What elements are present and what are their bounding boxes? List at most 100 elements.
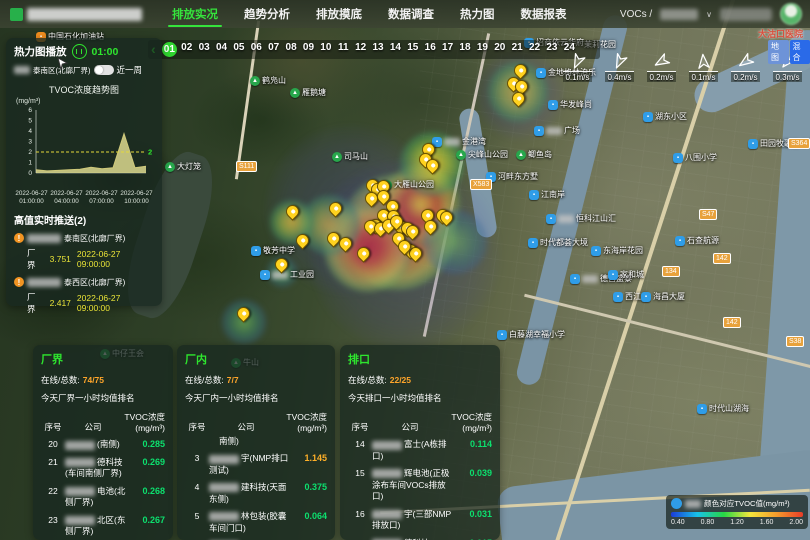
map-poi-label[interactable]: ▲大灯笼 <box>165 161 201 172</box>
table-header: 序号 公司 TVOC浓度(mg/m³) <box>41 412 165 433</box>
pause-button[interactable] <box>72 44 87 59</box>
table-row[interactable]: 4建科技(天面东侧)0.375 <box>185 482 327 505</box>
map-poi-label[interactable]: ▪时代山湖海 <box>697 403 749 414</box>
timeline-hour[interactable]: 02 <box>178 42 195 57</box>
timeline-hour[interactable]: 18 <box>456 42 473 57</box>
panel-title: 厂界 <box>41 351 165 367</box>
push-time: 2022-06-27 09:00:00 <box>77 293 154 313</box>
timeline-hour[interactable]: 15 <box>404 42 421 57</box>
nav-tab[interactable]: 数据报表 <box>521 0 567 28</box>
poi-icon: ▪ <box>613 292 623 302</box>
rank-number: 15 <box>348 468 372 478</box>
ranking-subtitle: 今天排口一小时均值排名 <box>348 392 492 404</box>
table-row[interactable]: 15辉电池(正极涂布车间VOCs排放口)0.039 <box>348 468 492 502</box>
rank-number: 22 <box>41 486 65 496</box>
table-row[interactable]: 22电池(北侧厂界)0.268 <box>41 486 165 509</box>
company-name: 建科技(天面东侧) <box>209 482 289 505</box>
table-row[interactable]: 20(南侧)0.285 <box>41 439 165 450</box>
map-poi-label[interactable]: ▲鹤凫山 <box>250 75 286 86</box>
company-name: (南侧) <box>65 439 127 450</box>
table-row[interactable]: 23北区(东侧厂界)0.267 <box>41 515 165 538</box>
map-poi-label[interactable]: ▪华发峰尚 <box>548 99 592 110</box>
map-poi-label[interactable]: ▪河畔东方墅 <box>486 171 538 182</box>
map-poi-label[interactable]: ▲雁鹅塘 <box>290 87 326 98</box>
map-poi-label[interactable]: ▪时代都荟大境 <box>528 237 588 248</box>
company-name: 北区(东侧厂界) <box>65 515 127 538</box>
nav-tab[interactable]: 热力图 <box>460 0 495 28</box>
timeline-hour[interactable]: 08 <box>282 42 299 57</box>
map-poi-label[interactable]: ▲尖峰山公园 <box>456 149 508 160</box>
timeline-hour[interactable]: 20 <box>491 42 508 57</box>
table-row[interactable]: 5林包装(胶囊车间门口)0.064 <box>185 511 327 534</box>
timeline-hour[interactable]: 05 <box>230 42 247 57</box>
map-poi-label[interactable]: ▪石查航源 <box>675 235 719 246</box>
panel-title: 排口 <box>348 351 492 367</box>
timeline-hour[interactable]: 01 <box>162 42 177 57</box>
high-value-push-item[interactable]: !泰南区(北廓厂界)厂界3.7512022-06-27 09:00:00 <box>14 233 154 271</box>
table-row[interactable]: 16宇(三部NMP排放口)0.031 <box>348 509 492 532</box>
push-value: 2.417 <box>50 298 71 308</box>
map-poi-label[interactable]: ▲鲫鱼岛 <box>516 149 552 160</box>
tvoc-trend-chart: 01234562 <box>14 105 154 187</box>
map-poi-label[interactable]: ▪恒科江山汇 <box>546 213 616 224</box>
dashboard-stage: ▪中国石化加油站茉莉花园▪招商依云华府▪金地格林泊乐▪华发峰尚▪广场▲鲫鱼岛▲鹤… <box>0 0 810 540</box>
company-name: 德科技(车间南侧厂界) <box>65 457 127 480</box>
poi-icon: ▪ <box>251 246 261 256</box>
timeline-hour[interactable]: 17 <box>439 42 456 57</box>
poi-icon: ▲ <box>250 76 260 86</box>
timeline-hour[interactable]: 13 <box>369 42 386 57</box>
map-poi-label[interactable]: ▪江南岸 <box>529 189 565 200</box>
timeline-hour[interactable]: 21 <box>508 42 525 57</box>
poi-name: 恒科江山汇 <box>576 213 616 224</box>
poi-name: 大雁山公园 <box>394 179 434 190</box>
wind-indicator: 0.4m/s <box>603 52 636 82</box>
map-poi-label[interactable]: ▪白藤湖幸福小学 <box>497 329 565 340</box>
road-number-badge: S364 <box>788 138 810 149</box>
push-type: 厂界 <box>27 247 44 271</box>
map-poi-label[interactable]: ▪广场 <box>534 125 580 136</box>
map-poi-label[interactable]: ▪湖东小区 <box>643 111 687 122</box>
timeline-hour[interactable]: 22 <box>526 42 543 57</box>
table-row[interactable]: 3宇(NMP排口测试)1.145 <box>185 453 327 476</box>
company-name: 辉电池(正极涂布车间VOCs排放口) <box>372 468 454 502</box>
chevron-down-icon[interactable]: ∨ <box>706 10 712 19</box>
timeline-hour[interactable]: 19 <box>474 42 491 57</box>
nav-tab[interactable]: 趋势分析 <box>244 0 290 28</box>
basemap-hybrid-button[interactable]: 混合 <box>790 40 810 64</box>
legend-tick: 2.00 <box>789 519 803 526</box>
table-row[interactable]: 21德科技(车间南侧厂界)0.269 <box>41 457 165 480</box>
map-poi-label[interactable]: ▪敬芳中学 <box>251 245 295 256</box>
heatmap-playback-panel: 热力图播放 01:00 泰南区(北廓厂界) 近一周 TVOC浓度趋势图 (mg/… <box>6 38 162 306</box>
timeline-hour[interactable]: 06 <box>248 42 265 57</box>
timeline-hour[interactable]: 16 <box>422 42 439 57</box>
map-poi-label[interactable]: ▪八围小学 <box>673 152 717 163</box>
timeline-hour[interactable]: 23 <box>543 42 560 57</box>
timeline-hour[interactable]: 14 <box>387 42 404 57</box>
nav-tab[interactable]: 排放摸底 <box>316 0 362 28</box>
timeline-hour[interactable]: 09 <box>300 42 317 57</box>
map-poi-label[interactable]: ▪海昌大厦 <box>641 291 685 302</box>
push-time: 2022-06-27 09:00:00 <box>77 249 154 269</box>
mode-toggle[interactable] <box>94 65 114 75</box>
voc-selector-value-redacted[interactable] <box>660 9 698 20</box>
table-row[interactable]: 14富士(A栋排口)0.114 <box>348 439 492 462</box>
panel-title: 厂内 <box>185 351 327 367</box>
timeline-hour[interactable]: 10 <box>317 42 334 57</box>
timeline-hour[interactable]: 03 <box>195 42 212 57</box>
avatar[interactable] <box>780 3 802 25</box>
map-poi-label[interactable]: ▪东海岸花园 <box>591 245 643 256</box>
nav-tab[interactable]: 数据调查 <box>388 0 434 28</box>
map-poi-label[interactable]: ▪家和城 <box>608 269 644 280</box>
high-value-push-item[interactable]: !泰西区(北廓厂界)厂界2.4172022-06-27 09:00:00 <box>14 277 154 315</box>
map-poi-label[interactable]: ▪金港湾 <box>432 136 486 147</box>
range-last-week[interactable]: 近一周 <box>117 64 143 76</box>
timeline-hour[interactable]: 12 <box>352 42 369 57</box>
basemap-map-button[interactable]: 地图 <box>768 40 789 64</box>
map-poi-label[interactable]: ▲司马山 <box>332 151 368 162</box>
poi-icon: ▪ <box>497 330 507 340</box>
nav-tab[interactable]: 排放实况 <box>172 0 218 28</box>
map-poi-label[interactable]: ▪工业园 <box>260 269 314 280</box>
timeline-hour[interactable]: 07 <box>265 42 282 57</box>
timeline-hour[interactable]: 04 <box>213 42 230 57</box>
timeline-hour[interactable]: 11 <box>335 42 352 57</box>
